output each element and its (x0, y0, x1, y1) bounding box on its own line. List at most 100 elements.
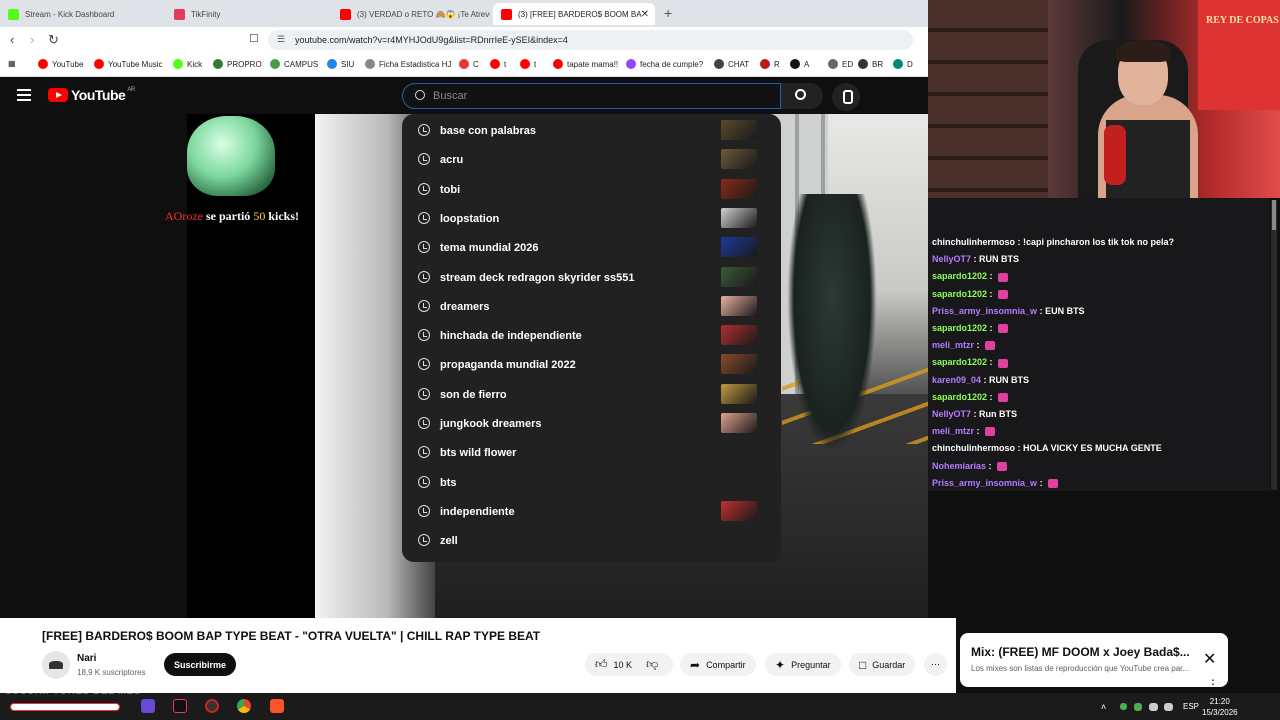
language-indicator[interactable]: ESP (1183, 702, 1199, 711)
bookmark-favicon-icon (790, 59, 800, 69)
tab-label: Stream - Kick Dashboard (25, 9, 115, 19)
subscribe-button[interactable]: Suscribirme (164, 653, 236, 676)
menu-icon[interactable] (17, 89, 31, 101)
search-suggestion[interactable]: hinchada de independiente (402, 321, 781, 350)
more-actions-button[interactable]: ⋯ (924, 653, 947, 676)
chat-message: sapardo1202 : (932, 357, 1009, 368)
history-icon (418, 534, 430, 547)
search-suggestion[interactable]: jungkook dreamers (402, 409, 781, 438)
search-suggestion[interactable]: stream deck redragon skyrider ss551 (402, 263, 781, 292)
forward-icon[interactable]: › (30, 32, 34, 47)
chrome-icon[interactable] (237, 699, 251, 713)
bookmark-label: Ficha Estadistica HJ (379, 59, 452, 69)
bookmark-item[interactable]: A (790, 59, 809, 69)
bookmark-label: t (504, 59, 507, 69)
close-tab-icon[interactable]: ✕ (641, 9, 649, 20)
suggestion-text: tobi (440, 183, 461, 196)
chat-emote-icon (998, 324, 1009, 334)
search-box[interactable] (402, 83, 781, 109)
obs-icon[interactable] (205, 699, 219, 713)
like-count[interactable]: 10 K (614, 660, 633, 670)
brave-icon[interactable] (270, 699, 284, 713)
more-vert-icon[interactable]: ⋮ (1207, 677, 1219, 691)
app-icon[interactable] (141, 699, 155, 713)
search-suggestion[interactable]: zell (402, 526, 781, 555)
bookmark-item[interactable]: CHAT (714, 59, 749, 69)
channel-name[interactable]: Nari (77, 653, 96, 664)
browser-tab[interactable]: TikFinity (166, 3, 331, 25)
bookmark-item[interactable]: PROPRO (213, 59, 262, 69)
bookmark-item[interactable]: CAMPUS (270, 59, 318, 69)
page-scrollbar[interactable] (1271, 200, 1277, 490)
tiktok-icon[interactable] (173, 699, 187, 713)
search-suggestion[interactable]: tema mundial 2026 (402, 233, 781, 262)
share-label: Compartir (706, 659, 746, 670)
search-input[interactable] (433, 88, 763, 104)
bookmark-item[interactable]: Kick (173, 59, 202, 69)
youtube-logo[interactable]: YouTube AR (48, 87, 135, 103)
history-icon (418, 446, 430, 459)
browser-tab[interactable]: (3) VERDAD o RETO 🙈😱 ¡Te Atreves (332, 3, 490, 25)
search-suggestion[interactable]: independiente (402, 497, 781, 526)
region-code: AR (127, 87, 135, 93)
browser-tab[interactable]: (3) [FREE] BARDERO$ BOOM BA ✕ (493, 3, 655, 25)
search-suggestion[interactable]: son de fierro (402, 380, 781, 409)
ask-button[interactable]: ✦ Preguntar (765, 653, 841, 676)
tray-app-icon[interactable] (1134, 703, 1142, 711)
bookmark-favicon-icon (858, 59, 868, 69)
dislike-icon[interactable]: 👎︎ (646, 657, 658, 672)
save-button[interactable]: □ Guardar (849, 653, 916, 676)
close-icon[interactable]: ✕ (1203, 649, 1216, 669)
bookmark-item[interactable]: YouTube (38, 59, 83, 69)
mix-playlist-card[interactable]: Mix: (FREE) MF DOOM x Joey Bada$... Los … (960, 633, 1228, 691)
search-suggestion[interactable]: base con palabras (402, 116, 781, 145)
bookmark-item[interactable]: D (893, 59, 913, 69)
search-suggestion[interactable]: tobi (402, 175, 781, 204)
channel-avatar[interactable] (42, 651, 70, 679)
url-field[interactable]: ☰ youtube.com/watch?v=r4MYHJOdU9g&list=R… (268, 30, 913, 50)
search-suggestion[interactable]: dreamers (402, 292, 781, 321)
new-tab-button[interactable]: + (664, 5, 672, 21)
bookmark-item[interactable]: R (760, 59, 780, 69)
bookmark-item[interactable]: ED (828, 59, 853, 69)
bookmark-item[interactable]: fecha de cumple? (626, 59, 703, 69)
browser-tab[interactable]: Stream - Kick Dashboard (0, 3, 165, 25)
tray-expand-icon[interactable]: ˄ (1101, 702, 1109, 712)
bookmark-item[interactable]: t (490, 59, 506, 69)
chat-separator: : (987, 391, 996, 402)
share-button[interactable]: ➦ Compartir (680, 653, 756, 676)
bookmark-item[interactable]: SIU (327, 59, 354, 69)
chat-username: karen09_04 (932, 374, 982, 385)
voice-search-button[interactable] (832, 83, 860, 111)
reload-icon[interactable]: ↻ (48, 32, 59, 48)
bookmark-favicon-icon (714, 59, 724, 69)
bookmark-item[interactable]: t (520, 59, 536, 69)
bookmark-item[interactable]: Ficha Estadistica HJ (365, 59, 451, 69)
search-suggestion[interactable]: acru (402, 145, 781, 174)
bookmark-item[interactable]: YouTube Music (94, 59, 163, 69)
chat-separator: : (986, 460, 995, 471)
search-button[interactable] (781, 83, 823, 109)
bookmark-icon[interactable]: ☐ (249, 32, 259, 45)
bookmark-item[interactable]: C (459, 59, 479, 69)
system-clock[interactable]: 21:20 15/3/2026 (1202, 696, 1238, 718)
search-suggestion[interactable]: bts wild flower (402, 438, 781, 467)
bookmark-item[interactable]: BR (858, 59, 883, 69)
bookmark-item[interactable]: tapate mama!! (553, 59, 618, 69)
history-icon (418, 387, 430, 400)
search-suggestion[interactable]: bts (402, 468, 781, 497)
search-suggestion[interactable]: loopstation (402, 204, 781, 233)
chat-text: RUN BTS (979, 254, 1020, 265)
site-info-icon[interactable]: ☰ (277, 34, 285, 45)
chat-username: NellyOT7 (932, 409, 972, 419)
network-icon[interactable] (1149, 703, 1158, 711)
chat-message: meli_mtzr : (932, 340, 996, 351)
chat-message: sapardo1202 : (932, 271, 1009, 282)
nvidia-icon[interactable] (1120, 703, 1127, 710)
volume-icon[interactable] (1164, 703, 1173, 711)
search-suggestion[interactable]: propaganda mundial 2022 (402, 350, 781, 379)
apps-grid-icon[interactable]: ▦ (8, 59, 16, 68)
like-icon[interactable]: 👍︎ (595, 657, 608, 672)
suggestion-text: dreamers (440, 300, 490, 313)
back-icon[interactable]: ‹ (10, 32, 14, 47)
